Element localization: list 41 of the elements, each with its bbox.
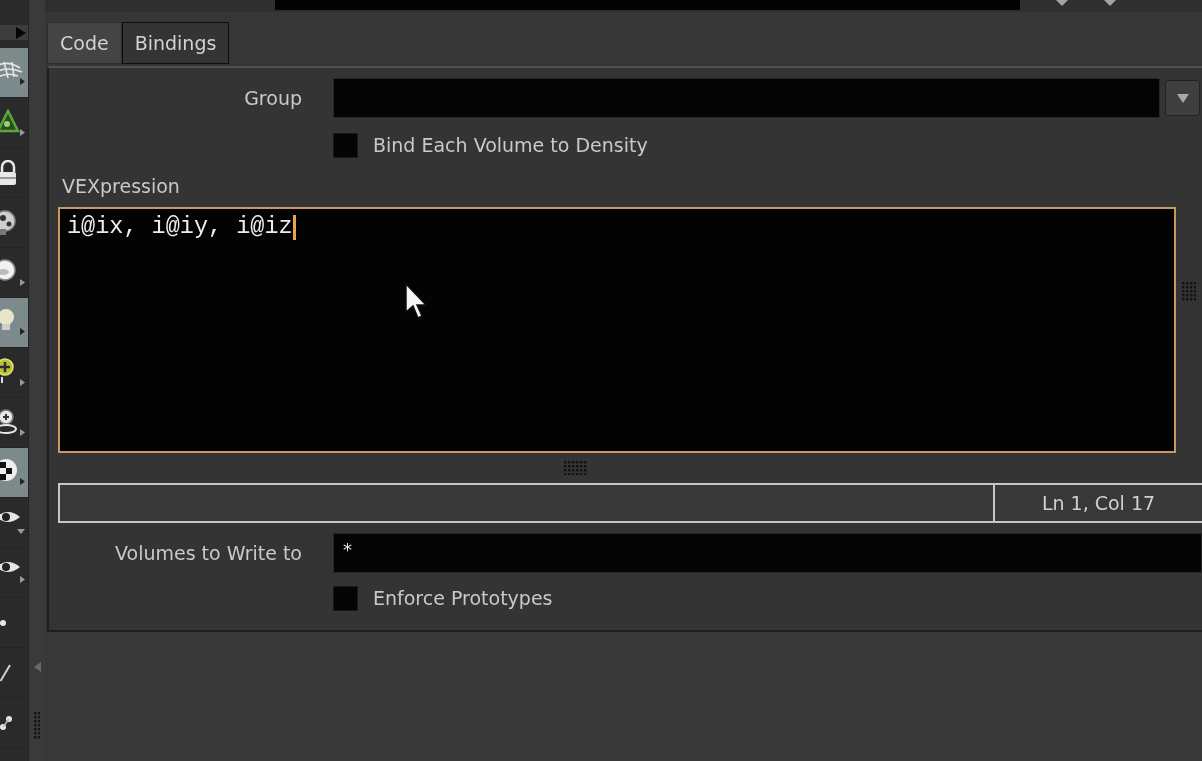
- line-icon: [0, 663, 11, 682]
- input-field[interactable]: *: [333, 533, 1202, 573]
- eye-icon: [0, 561, 26, 584]
- tab[interactable]: Code: [47, 22, 122, 64]
- cursor-position-text: Ln 1, Col 17: [1041, 490, 1156, 516]
- code-editor[interactable]: i@ix, i@iy, i@iz: [58, 207, 1176, 453]
- dot-icon: [0, 619, 6, 626]
- checkbox-label: Enforce Prototypes: [373, 589, 553, 608]
- lock-icon: [0, 159, 17, 186]
- field-label: VEXpression: [62, 176, 180, 196]
- dropdown-button[interactable]: [1165, 80, 1200, 116]
- grip-icon[interactable]: [33, 712, 41, 739]
- text-caret: [292, 214, 296, 240]
- tool-button[interactable]: [0, 48, 28, 98]
- tab[interactable]: Bindings: [121, 22, 230, 64]
- eye-icon: [0, 510, 26, 535]
- checkbox-label: Bind Each Volume to Density: [373, 136, 648, 155]
- disc-icon: [0, 258, 26, 287]
- two-dots-icon: [0, 715, 12, 730]
- field-label: Volumes to Write to: [115, 543, 302, 563]
- input-field[interactable]: [333, 78, 1160, 118]
- target-icon: [0, 408, 26, 437]
- checkbox[interactable]: [333, 586, 358, 611]
- input-field[interactable]: [275, 0, 1020, 10]
- field-label: Group: [244, 88, 302, 108]
- resize-grip-icon[interactable]: [564, 460, 587, 476]
- light-bulb-icon: [0, 309, 26, 336]
- plus-icon: [0, 358, 26, 387]
- sphere-icon: [0, 209, 16, 236]
- caret-icon[interactable]: [1056, 0, 1068, 6]
- wireframe-icon: [0, 59, 26, 86]
- code-text: i@ix, i@iy, i@iz: [67, 215, 293, 239]
- tool-button[interactable]: [0, 448, 28, 498]
- checkbox[interactable]: [333, 133, 358, 158]
- tool-button[interactable]: [0, 298, 28, 348]
- caret-icon: [1176, 93, 1189, 103]
- caret-icon[interactable]: [1104, 0, 1116, 6]
- grip-icon[interactable]: [1181, 282, 1197, 301]
- triangle-icon: [0, 108, 26, 137]
- checker-ball-icon: [0, 459, 26, 486]
- mouse-pointer-icon: [405, 283, 427, 319]
